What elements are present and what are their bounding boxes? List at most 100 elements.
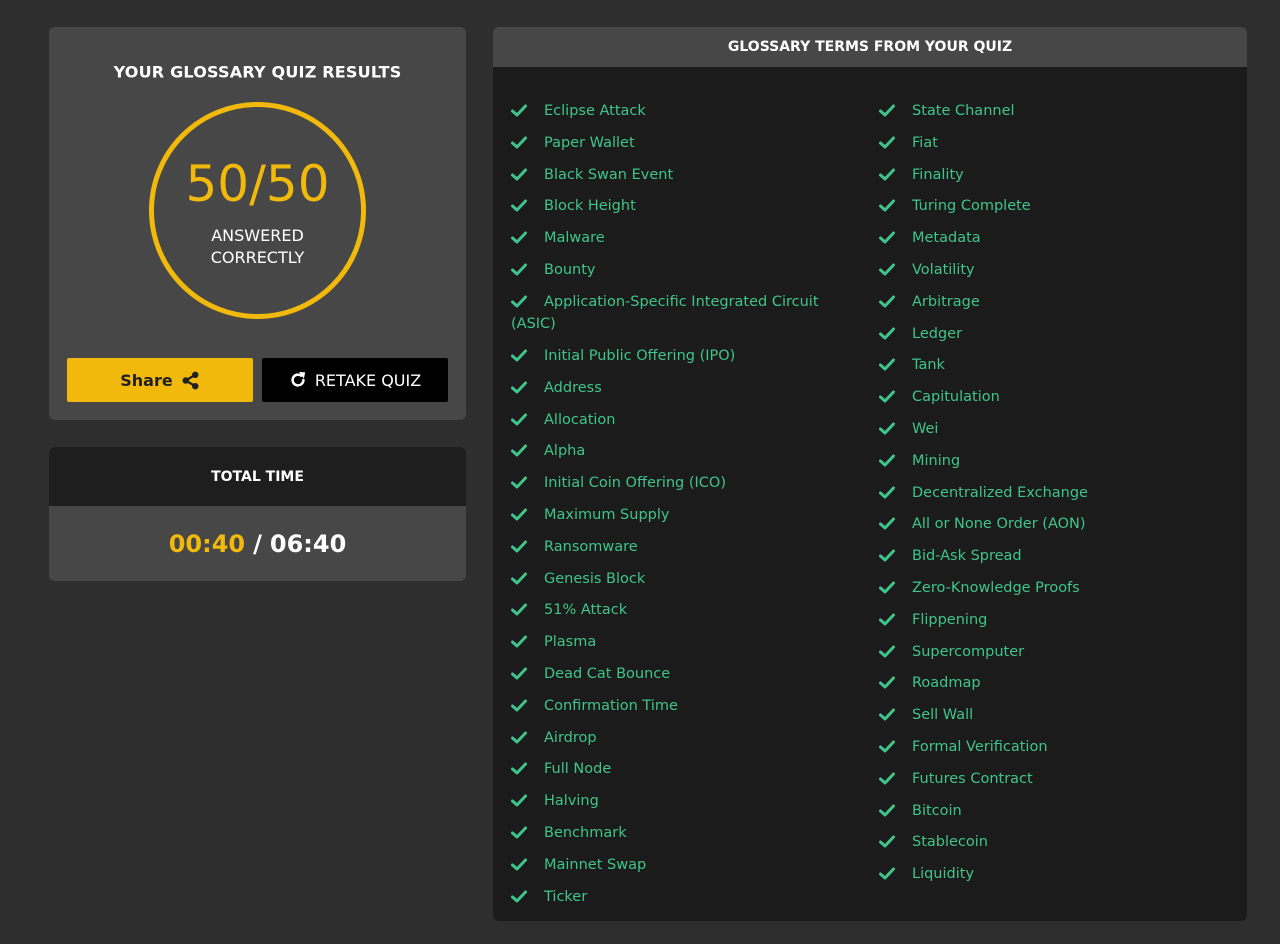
glossary-term: Address: [511, 377, 851, 409]
glossary-term: Metadata: [879, 227, 1219, 259]
glossary-term: Futures Contract: [879, 768, 1219, 800]
glossary-term: Plasma: [511, 631, 851, 663]
glossary-term-label: Ransomware: [544, 538, 638, 555]
glossary-term-label: Maximum Supply: [544, 507, 670, 524]
glossary-term: Eclipse Attack: [511, 100, 851, 132]
retake-quiz-button[interactable]: RETAKE QUIZ: [262, 358, 448, 402]
glossary-terms-title: GLOSSARY TERMS FROM YOUR QUIZ: [493, 27, 1247, 67]
check-icon: [511, 381, 527, 394]
glossary-term: Black Swan Event: [511, 164, 851, 196]
glossary-term: Ticker: [511, 886, 851, 918]
check-icon: [511, 295, 527, 308]
glossary-term: Malware: [511, 227, 851, 259]
check-icon: [511, 731, 527, 744]
check-icon: [511, 635, 527, 648]
glossary-term-label: Bid-Ask Spread: [912, 548, 1022, 565]
glossary-term: Liquidity: [879, 863, 1219, 895]
glossary-term-label: Initial Coin Offering (ICO): [544, 475, 727, 492]
refresh-icon: [291, 371, 306, 387]
check-icon: [511, 699, 527, 712]
glossary-term-label: Plasma: [544, 634, 597, 651]
glossary-term: Benchmark: [511, 822, 851, 854]
glossary-term: Flippening: [879, 609, 1219, 641]
glossary-term: Capitulation: [879, 386, 1219, 418]
glossary-term-label: Mining: [912, 452, 961, 469]
glossary-term: Formal Verification: [879, 736, 1219, 768]
time-elapsed: 00:40: [168, 529, 246, 558]
glossary-term-label: Alpha: [544, 443, 586, 460]
glossary-term-label: Ticker: [544, 888, 588, 905]
glossary-term-label: Bitcoin: [912, 802, 962, 819]
glossary-term: Supercomputer: [879, 641, 1219, 673]
check-icon: [511, 858, 527, 871]
glossary-term: Halving: [511, 790, 851, 822]
score-ring: 50/50 ANSWERED CORRECTLY: [149, 102, 366, 319]
glossary-term-label: Capitulation: [912, 389, 1000, 406]
check-icon: [511, 826, 527, 839]
check-icon: [511, 263, 527, 276]
glossary-term: Sell Wall: [879, 704, 1219, 736]
check-icon: [511, 572, 527, 585]
glossary-term: Airdrop: [511, 727, 851, 759]
glossary-term: Maximum Supply: [511, 504, 851, 536]
glossary-term: Wei: [879, 418, 1219, 450]
check-icon: [511, 231, 527, 244]
glossary-term: Initial Public Offering (IPO): [511, 345, 851, 377]
glossary-terms-card: GLOSSARY TERMS FROM YOUR QUIZ Eclipse At…: [493, 27, 1247, 921]
check-icon: [879, 581, 895, 594]
glossary-term-label: Finality: [912, 166, 964, 183]
check-icon: [511, 104, 527, 117]
check-icon: [879, 867, 895, 880]
check-icon: [879, 104, 895, 117]
glossary-term-label: Bounty: [544, 261, 596, 278]
glossary-term-label: Arbitrage: [912, 293, 980, 310]
check-icon: [879, 263, 895, 276]
check-icon: [879, 422, 895, 435]
glossary-term: State Channel: [879, 100, 1219, 132]
check-icon: [879, 295, 895, 308]
check-icon: [879, 645, 895, 658]
check-icon: [511, 667, 527, 680]
glossary-term: Confirmation Time: [511, 695, 851, 727]
glossary-term: Paper Wallet: [511, 132, 851, 164]
glossary-term-label: All or None Order (AON): [912, 516, 1086, 533]
glossary-term-label: Black Swan Event: [544, 166, 674, 183]
glossary-term: Genesis Block: [511, 568, 851, 600]
check-icon: [879, 199, 895, 212]
check-icon: [511, 762, 527, 775]
terms-list-right: State Channel Fiat Finality Turing Complete…: [879, 100, 1219, 895]
glossary-term-label: Volatility: [912, 261, 975, 278]
glossary-term: Fiat: [879, 132, 1219, 164]
check-icon: [511, 603, 527, 616]
check-icon: [879, 804, 895, 817]
time-separator: /: [253, 529, 262, 558]
glossary-term: Volatility: [879, 259, 1219, 291]
glossary-term-label: Stablecoin: [912, 834, 988, 851]
quiz-results-card: YOUR GLOSSARY QUIZ RESULTS 50/50 ANSWERE…: [49, 27, 466, 420]
terms-list-left: Eclipse Attack Paper Wallet Black Swan Eve…: [511, 100, 851, 917]
glossary-term: Turing Complete: [879, 195, 1219, 227]
glossary-term-label: Flippening: [912, 611, 988, 628]
check-icon: [879, 390, 895, 403]
share-button-label: Share: [120, 370, 173, 390]
check-icon: [511, 413, 527, 426]
check-icon: [879, 517, 895, 530]
glossary-term: Ledger: [879, 323, 1219, 355]
glossary-term: All or None Order (AON): [879, 513, 1219, 545]
check-icon: [879, 358, 895, 371]
glossary-term: Roadmap: [879, 672, 1219, 704]
glossary-term: Initial Coin Offering (ICO): [511, 472, 851, 504]
glossary-term-label: Initial Public Offering (IPO): [544, 348, 736, 365]
check-icon: [879, 454, 895, 467]
total-time-value: 00:40 / 06:40: [49, 506, 466, 581]
check-icon: [879, 835, 895, 848]
check-icon: [879, 676, 895, 689]
glossary-term: Stablecoin: [879, 831, 1219, 863]
share-button[interactable]: Share: [67, 358, 253, 402]
glossary-term-label: Ledger: [912, 325, 963, 342]
glossary-term-label: Mainnet Swap: [544, 856, 647, 873]
glossary-term-label: Genesis Block: [544, 570, 646, 587]
check-icon: [879, 168, 895, 181]
glossary-term: Decentralized Exchange: [879, 482, 1219, 514]
glossary-term-label: Formal Verification: [912, 738, 1048, 755]
